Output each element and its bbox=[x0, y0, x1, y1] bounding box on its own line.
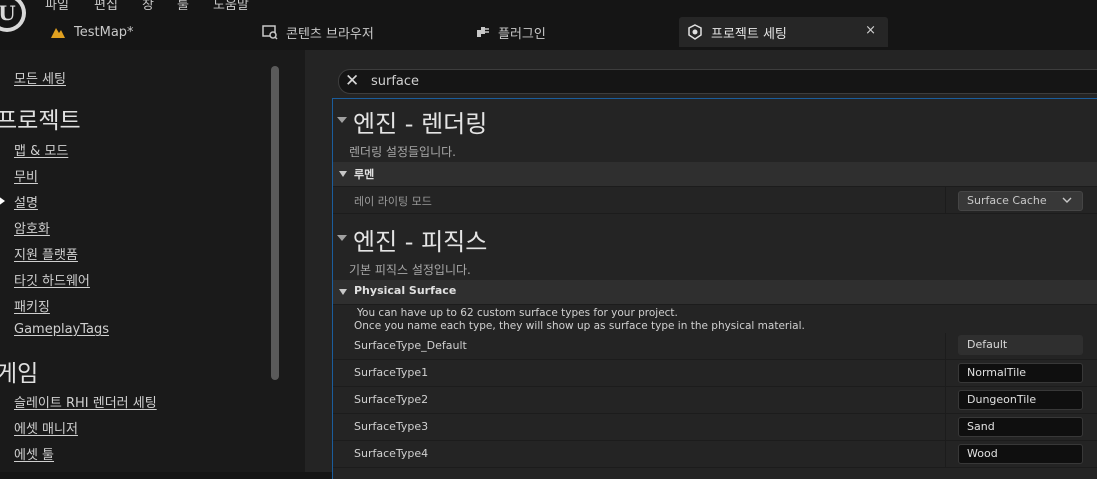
setting-label: SurfaceType3 bbox=[354, 420, 429, 433]
category-label: 루멘 bbox=[354, 168, 375, 181]
surface-type1-input[interactable]: NormalTile bbox=[958, 363, 1083, 383]
dropdown-value: Surface Cache bbox=[967, 194, 1047, 207]
menu-edit[interactable]: 편집 bbox=[94, 0, 118, 13]
setting-label: SurfaceType4 bbox=[354, 447, 429, 460]
project-settings-icon bbox=[687, 24, 703, 40]
setting-row-surface-3: SurfaceType3 Sand bbox=[333, 414, 1097, 441]
surface-type2-input[interactable]: DungeonTile bbox=[958, 390, 1083, 410]
note-line: Once you name each type, they will show … bbox=[354, 320, 805, 332]
section-description: 렌더링 설정들입니다. bbox=[349, 145, 456, 159]
sidebar-all-settings[interactable]: 모든 세팅 bbox=[14, 68, 66, 87]
setting-label: SurfaceType_Default bbox=[354, 339, 467, 352]
section-title-physics: 엔진 - 피직스 bbox=[353, 228, 488, 256]
note-line: You can have up to 62 custom surface typ… bbox=[357, 307, 678, 319]
column-divider bbox=[945, 387, 946, 413]
section-description: 기본 피직스 설정입니다. bbox=[349, 263, 471, 277]
sidebar-item-asset-tools[interactable]: 에셋 툴 bbox=[14, 444, 54, 463]
column-divider bbox=[945, 187, 946, 213]
sidebar-item-target-hardware[interactable]: 타깃 하드웨어 bbox=[14, 270, 90, 289]
plugin-icon bbox=[474, 24, 490, 40]
content-browser-icon bbox=[262, 24, 278, 40]
unreal-logo-icon[interactable]: U bbox=[0, 0, 26, 32]
tab-plugins[interactable]: 플러그인 bbox=[474, 17, 546, 47]
sidebar-item-description[interactable]: 설명 bbox=[14, 192, 38, 211]
sidebar-heading-game: 게임 bbox=[0, 361, 39, 387]
collapse-arrow-icon bbox=[339, 171, 347, 177]
menu-window[interactable]: 창 bbox=[142, 0, 154, 13]
surface-type4-input[interactable]: Wood bbox=[958, 444, 1083, 464]
sidebar-item-packaging[interactable]: 패키징 bbox=[14, 296, 50, 315]
menu-file[interactable]: 파일 bbox=[45, 0, 69, 13]
level-icon bbox=[50, 24, 66, 40]
column-divider bbox=[945, 360, 946, 386]
sidebar-scrollbar[interactable] bbox=[271, 66, 279, 380]
setting-label: SurfaceType2 bbox=[354, 393, 429, 406]
tab-label: 플러그인 bbox=[498, 26, 546, 42]
category-label: Physical Surface bbox=[354, 284, 457, 297]
sidebar-item-asset-manager[interactable]: 에셋 매니저 bbox=[14, 418, 78, 437]
column-divider bbox=[945, 414, 946, 440]
collapse-arrow-icon[interactable] bbox=[337, 235, 347, 241]
tab-label: TestMap* bbox=[74, 24, 134, 40]
section-title-rendering: 엔진 - 렌더링 bbox=[353, 110, 488, 138]
setting-label: SurfaceType1 bbox=[354, 366, 429, 379]
setting-row-surface-1: SurfaceType1 NormalTile bbox=[333, 360, 1097, 387]
menu-tools[interactable]: 툴 bbox=[177, 0, 189, 13]
title-bar: U 파일 편집 창 툴 도움말 TestMap* 콘텐츠 브라우저 플러그인 프… bbox=[0, 0, 1097, 50]
column-divider bbox=[945, 333, 946, 359]
setting-row-surface-default: SurfaceType_Default Default bbox=[333, 333, 1097, 360]
category-lumen[interactable]: 루멘 bbox=[333, 162, 1097, 187]
tab-project-settings[interactable]: 프로젝트 세팅 × bbox=[679, 17, 888, 47]
setting-row-surface-4: SurfaceType4 Wood bbox=[333, 441, 1097, 468]
sidebar-heading-project: 프로젝트 bbox=[0, 108, 81, 134]
sidebar-item-maps-modes[interactable]: 맵 & 모드 bbox=[14, 140, 68, 159]
tab-testmap[interactable]: TestMap* bbox=[50, 17, 134, 47]
menu-help[interactable]: 도움말 bbox=[213, 0, 249, 13]
setting-row-surface-2: SurfaceType2 DungeonTile bbox=[333, 387, 1097, 414]
chevron-down-icon bbox=[1062, 195, 1072, 208]
sidebar-item-movies[interactable]: 무비 bbox=[14, 166, 38, 185]
column-divider bbox=[945, 441, 946, 467]
tab-label: 콘텐츠 브라우저 bbox=[286, 26, 374, 42]
ray-lighting-mode-dropdown[interactable]: Surface Cache bbox=[958, 191, 1083, 211]
sidebar-item-gameplaytags[interactable]: GameplayTags bbox=[14, 322, 109, 337]
search-box[interactable]: ✕ bbox=[338, 69, 1097, 94]
setting-label: 레이 라이팅 모드 bbox=[354, 195, 432, 208]
close-tab-icon[interactable]: × bbox=[865, 23, 876, 38]
surface-default-value: Default bbox=[958, 335, 1083, 355]
close-icon[interactable]: ✕ bbox=[345, 71, 359, 91]
selected-arrow-icon bbox=[0, 196, 5, 206]
setting-row-ray-lighting: 레이 라이팅 모드 Surface Cache bbox=[333, 187, 1097, 214]
sidebar-item-supported-platforms[interactable]: 지원 플랫폼 bbox=[14, 244, 78, 263]
category-physical-surface[interactable]: Physical Surface bbox=[333, 280, 1097, 305]
tab-content-browser[interactable]: 콘텐츠 브라우저 bbox=[262, 17, 374, 47]
tab-label: 프로젝트 세팅 bbox=[711, 26, 787, 42]
physical-surface-note: You can have up to 62 custom surface typ… bbox=[333, 305, 1097, 334]
sidebar-item-slate-rhi[interactable]: 슬레이트 RHI 렌더러 세팅 bbox=[14, 392, 157, 411]
settings-content: 엔진 - 렌더링 렌더링 설정들입니다. 루멘 레이 라이팅 모드 Surfac… bbox=[332, 98, 1097, 479]
surface-type3-input[interactable]: Sand bbox=[958, 417, 1083, 437]
search-input[interactable] bbox=[371, 71, 971, 91]
collapse-arrow-icon[interactable] bbox=[337, 117, 347, 123]
collapse-arrow-icon bbox=[339, 289, 347, 295]
sidebar-item-encryption[interactable]: 암호화 bbox=[14, 218, 50, 237]
